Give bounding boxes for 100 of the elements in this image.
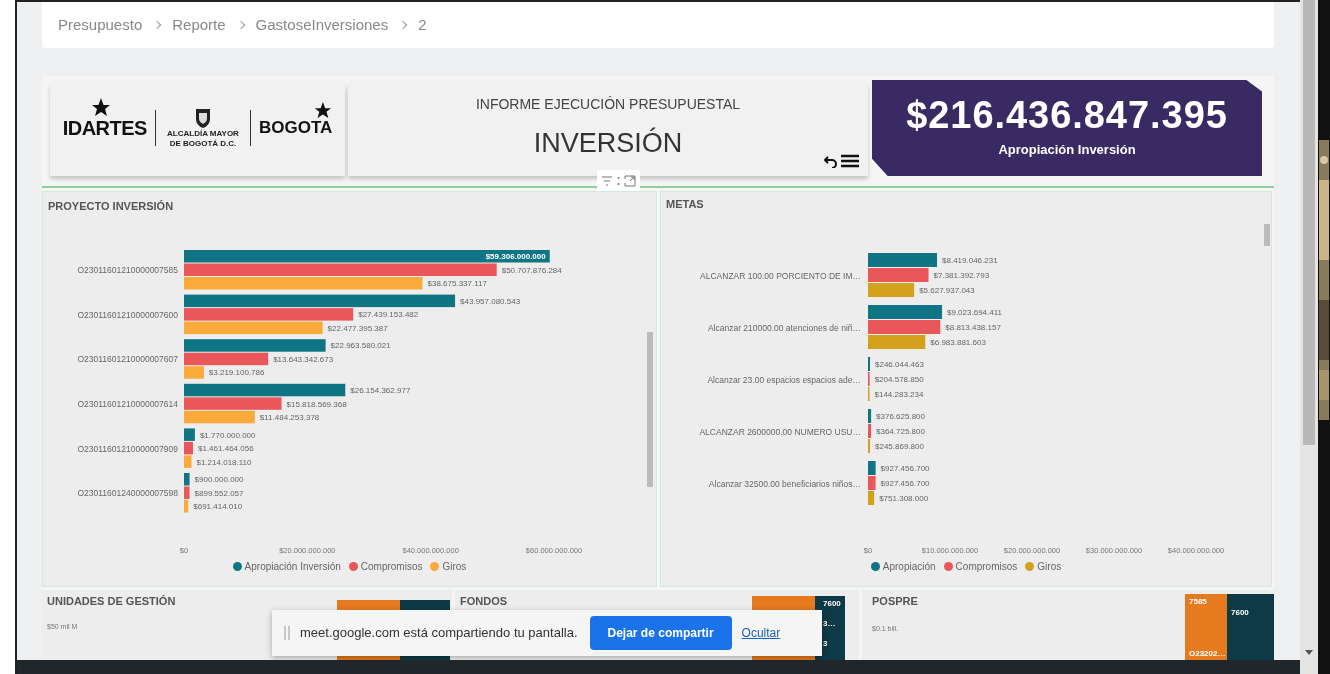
value-label: $1.214.018.110 xyxy=(196,457,252,467)
value-label: $50.707.876.284 xyxy=(501,265,562,275)
breadcrumb-item[interactable]: Presupuesto xyxy=(58,13,143,37)
value-label: $27.439.153.482 xyxy=(358,310,419,320)
category-label: O23011601210000007614 xyxy=(77,399,178,410)
breadcrumb-item[interactable]: Reporte xyxy=(172,13,226,37)
tile-label: O23202… xyxy=(1189,650,1223,658)
bar[interactable] xyxy=(184,352,269,366)
value-label: $1.770.000.000 xyxy=(199,430,256,440)
kpi-label: Apropiación Inversión xyxy=(998,141,1136,160)
value-label: $7.381.392.793 xyxy=(933,271,990,280)
category-label: ALCANZAR 2600000.00 NUMERO USU… xyxy=(699,426,861,437)
drag-handle-icon[interactable] xyxy=(284,626,290,640)
bar[interactable] xyxy=(184,250,550,263)
legend-label: Apropiación Inversión xyxy=(244,560,341,574)
scrollbar-thumb[interactable] xyxy=(1264,224,1270,246)
value-label: $364.725.800 xyxy=(876,427,925,436)
value-label: $8.419.046.231 xyxy=(942,256,998,265)
value-label: $691.414.010 xyxy=(193,502,243,512)
value-label: $8.813.438.157 xyxy=(945,323,1001,332)
value-label: $22.963.580.021 xyxy=(330,341,391,351)
value-label: $22.477.395.387 xyxy=(327,323,388,333)
tile-label: 7600 xyxy=(1231,608,1249,617)
tile-label: 7600 xyxy=(823,600,842,608)
tile-label: 3 xyxy=(823,640,829,648)
value-label: $751.308.000 xyxy=(879,494,929,503)
bar[interactable] xyxy=(184,428,195,441)
value-label: $246.044.463 xyxy=(875,360,924,369)
idartes-logo: IDARTES xyxy=(62,116,147,141)
category-label: Alcanzar 23.00 espacios espacios ade… xyxy=(707,374,861,385)
value-label: $204.578.850 xyxy=(874,375,924,384)
bar[interactable] xyxy=(184,486,190,499)
bar[interactable] xyxy=(184,473,190,486)
legend-label: Giros xyxy=(442,560,467,574)
panel-title: FONDOS xyxy=(459,594,509,609)
stop-sharing-button[interactable]: Dejar de compartir xyxy=(589,616,732,650)
category-label: Alcanzar 210000.00 atenciones de niñ… xyxy=(707,322,861,333)
bar[interactable] xyxy=(184,383,346,397)
bar[interactable] xyxy=(868,491,875,505)
category-label: O23011601210000007909 xyxy=(77,443,178,454)
value-label: $376.625.800 xyxy=(876,412,926,421)
scrollbar[interactable] xyxy=(1300,0,1318,674)
value-label: $927.456.700 xyxy=(880,479,930,488)
category-label: O23011601240000007598 xyxy=(77,488,178,499)
value-label: $9.023.694.411 xyxy=(947,308,1002,317)
bar[interactable] xyxy=(868,409,872,423)
value-label: $6.983.881.603 xyxy=(930,338,986,347)
bar[interactable] xyxy=(868,461,876,475)
scrollbar-thumb[interactable] xyxy=(1303,0,1315,445)
treemap-tile[interactable]: 7585 O23202… xyxy=(1185,594,1227,660)
scroll-down-icon[interactable] xyxy=(1305,650,1313,655)
value-label: $927.456.700 xyxy=(880,464,930,473)
legend-label: Giros xyxy=(1037,560,1062,574)
tile-label: 7585 xyxy=(1189,598,1208,606)
legend-label: Compromisos xyxy=(955,560,1018,574)
legend-label: Compromisos xyxy=(360,560,423,574)
hide-link[interactable]: Ocultar xyxy=(741,624,781,642)
value-label: $900.000.000 xyxy=(194,475,244,485)
scrollbar-thumb[interactable] xyxy=(647,332,653,487)
bar[interactable] xyxy=(184,263,497,276)
menu-icon[interactable] xyxy=(840,154,860,168)
panel-title: METAS xyxy=(665,197,705,211)
panel-title: UNIDADES DE GESTIÓN xyxy=(46,594,177,609)
value-label: $3.219.100.786 xyxy=(208,368,265,378)
value-label: $5.627.937.043 xyxy=(919,286,975,295)
value-label: $11.484.253.378 xyxy=(259,413,320,423)
value-label: $38.675.337.117 xyxy=(427,279,487,289)
bar[interactable] xyxy=(184,294,456,308)
filter-icon[interactable] xyxy=(601,176,613,186)
category-label: Alcanzar 32500.00 beneficiarios niños… xyxy=(708,478,861,489)
more-icon[interactable] xyxy=(617,176,620,186)
panel-title: POSPRE xyxy=(871,594,919,609)
value-label: $59.306.000.000 xyxy=(485,252,546,262)
category-label: O23011601210000007600 xyxy=(77,309,178,320)
star-icon xyxy=(312,101,333,120)
breadcrumb-item[interactable]: GastoseInversiones xyxy=(255,13,389,37)
kpi-value: $216.436.847.395 xyxy=(906,96,1228,135)
category-label: ALCANZAR 100.00 PORCIENTO DE IM… xyxy=(700,270,861,281)
report-title: INVERSIÓN xyxy=(533,126,683,160)
report-subtitle: INFORME EJECUCIÓN PRESUPUESTAL xyxy=(475,95,741,114)
alcaldia-label: ALCALDÍA MAYOR DE BOGOTÁ D.C. xyxy=(166,129,240,149)
value-label: $43.957.080.543 xyxy=(460,296,521,306)
value-label: $15.818.569.368 xyxy=(286,399,347,409)
bar[interactable] xyxy=(184,441,193,455)
tile-label: 3… xyxy=(823,620,837,628)
treemap-tile[interactable]: 7600 xyxy=(1227,594,1274,660)
value-label: $245.869.800 xyxy=(875,442,924,451)
bar[interactable] xyxy=(184,339,326,352)
back-arrow-icon[interactable] xyxy=(824,154,838,168)
value-label: $26.154.362.977 xyxy=(350,386,411,396)
focus-mode-icon[interactable] xyxy=(624,175,636,187)
share-message: meet.google.com está compartiendo tu pantalla. xyxy=(300,624,578,643)
value-label: $144.283.234 xyxy=(874,390,924,399)
value-label: $1.461.464.056 xyxy=(198,444,254,454)
shield-icon xyxy=(193,107,212,129)
bar[interactable] xyxy=(868,283,915,297)
legend-label: Apropiación xyxy=(882,560,936,574)
category-label: O23011601210000007607 xyxy=(77,354,178,365)
breadcrumb-item[interactable]: 2 xyxy=(418,13,427,37)
category-label: O23011601210000007585 xyxy=(77,265,178,276)
